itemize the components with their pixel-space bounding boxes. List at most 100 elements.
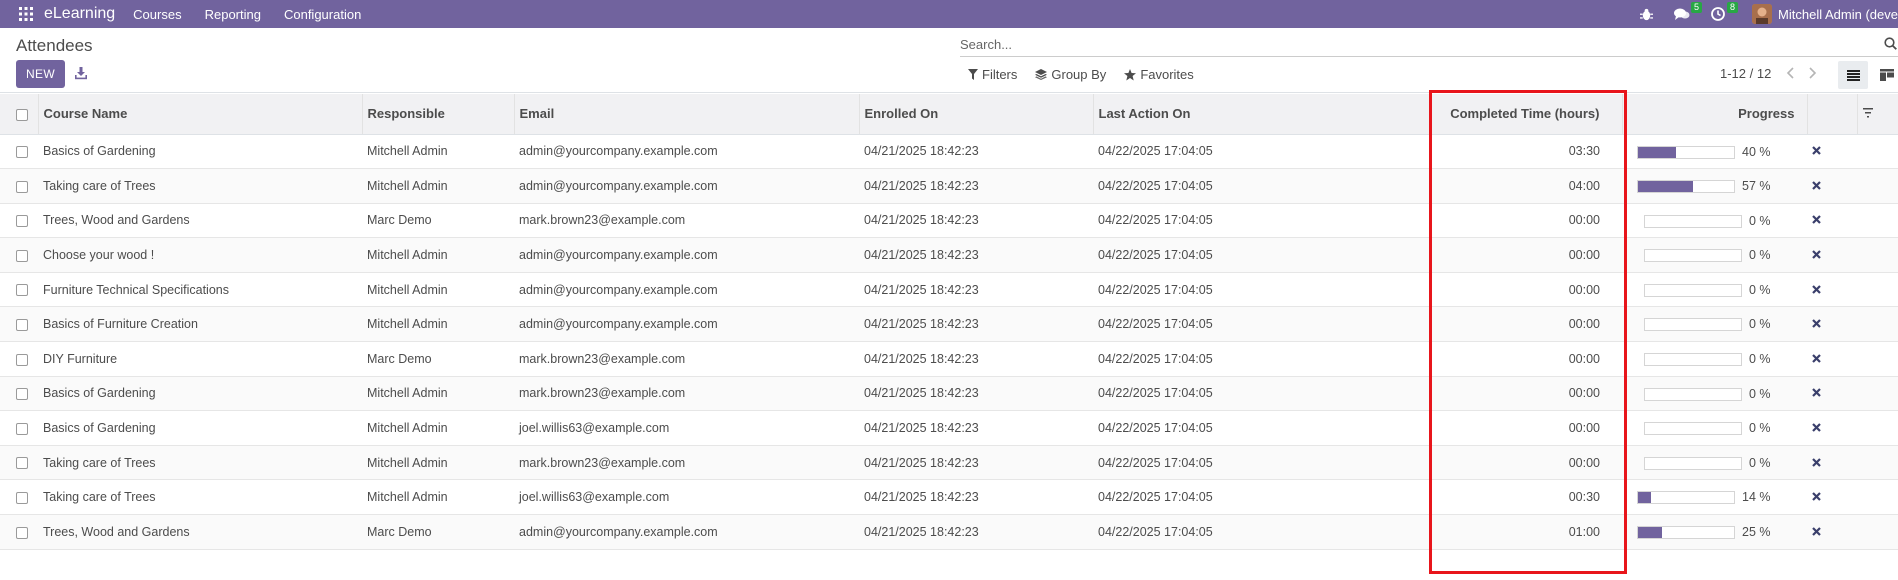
optional-columns-toggle[interactable]	[1857, 94, 1898, 135]
row-checkbox[interactable]	[16, 180, 28, 193]
cell-course-name[interactable]: Taking care of Trees	[38, 480, 362, 515]
row-checkbox[interactable]	[16, 249, 28, 262]
table-row[interactable]: Basics of Furniture Creation Mitchell Adm…	[0, 306, 1898, 342]
cell-completed-time[interactable]: 00:00	[1324, 376, 1622, 411]
table-row[interactable]: DIY Furniture Marc Demo mark.brown23@examp…	[0, 342, 1898, 377]
table-row[interactable]: Basics of Gardening Mitchell Admin admin@y…	[0, 134, 1898, 169]
user-menu[interactable]: Mitchell Admin (deve	[1778, 7, 1898, 22]
cell-responsible[interactable]: Marc Demo	[362, 515, 514, 550]
cell-responsible[interactable]: Mitchell Admin	[362, 272, 514, 307]
cell-responsible[interactable]: Mitchell Admin	[362, 376, 514, 411]
table-row[interactable]: Basics of Gardening Mitchell Admin mark.br…	[0, 376, 1898, 411]
cell-email[interactable]: joel.willis63@example.com	[514, 411, 859, 446]
cell-course-name[interactable]: Taking care of Trees	[38, 445, 362, 480]
row-checkbox[interactable]	[16, 457, 28, 470]
cell-responsible[interactable]: Mitchell Admin	[362, 238, 514, 273]
close-icon[interactable]	[1812, 492, 1821, 502]
cell-progress[interactable]: 0 %	[1622, 445, 1807, 480]
row-checkbox[interactable]	[16, 318, 28, 331]
cell-enrolled-on[interactable]: 04/21/2025 18:42:23	[859, 238, 1093, 273]
clock-icon[interactable]: 8	[1706, 0, 1739, 28]
cell-progress[interactable]: 14 %	[1622, 480, 1807, 515]
row-checkbox[interactable]	[16, 526, 28, 539]
cell-progress[interactable]: 0 %	[1622, 238, 1807, 273]
cell-enrolled-on[interactable]: 04/21/2025 18:42:23	[859, 445, 1093, 480]
cell-enrolled-on[interactable]: 04/21/2025 18:42:23	[859, 342, 1093, 377]
select-all-checkbox[interactable]	[16, 108, 28, 121]
chevron-right-icon[interactable]	[1807, 67, 1817, 82]
cell-last-action-on[interactable]: 04/22/2025 17:04:05	[1093, 342, 1324, 377]
cell-last-action-on[interactable]: 04/22/2025 17:04:05	[1093, 411, 1324, 446]
cell-email[interactable]: admin@yourcompany.example.com	[514, 307, 859, 342]
cell-responsible[interactable]: Mitchell Admin	[362, 411, 514, 446]
cell-progress[interactable]: 25 %	[1622, 515, 1807, 550]
search-input[interactable]	[960, 33, 1860, 55]
cell-responsible[interactable]: Mitchell Admin	[362, 307, 514, 342]
cell-progress[interactable]: 0 %	[1622, 307, 1807, 342]
cell-completed-time[interactable]: 03:30	[1324, 134, 1622, 169]
cell-last-action-on[interactable]: 04/22/2025 17:04:05	[1093, 169, 1324, 204]
cell-progress[interactable]: 0 %	[1622, 411, 1807, 446]
cell-course-name[interactable]: Choose your wood !	[38, 238, 362, 273]
cell-completed-time[interactable]: 00:00	[1324, 342, 1622, 377]
new-button[interactable]: NEW	[16, 60, 65, 88]
cell-course-name[interactable]: DIY Furniture	[38, 342, 362, 377]
cell-email[interactable]: admin@yourcompany.example.com	[514, 272, 859, 307]
close-icon[interactable]	[1812, 354, 1821, 363]
cell-course-name[interactable]: Taking care of Trees	[38, 169, 362, 204]
table-row[interactable]: Furniture Technical Specifications Mitche…	[0, 272, 1898, 307]
close-icon[interactable]	[1812, 457, 1821, 467]
cell-last-action-on[interactable]: 04/22/2025 17:04:05	[1093, 445, 1324, 480]
table-row[interactable]: Choose your wood ! Mitchell Admin admin@yo…	[0, 237, 1898, 273]
cell-last-action-on[interactable]: 04/22/2025 17:04:05	[1093, 272, 1324, 307]
cell-progress[interactable]: 0 %	[1622, 272, 1807, 307]
header-completed-time[interactable]: Completed Time (hours)	[1324, 94, 1623, 135]
app-brand[interactable]: eLearning	[44, 5, 115, 23]
menu-courses[interactable]: Courses	[133, 7, 181, 22]
cell-course-name[interactable]: Trees, Wood and Gardens	[38, 515, 362, 550]
row-checkbox[interactable]	[16, 422, 28, 435]
cell-enrolled-on[interactable]: 04/21/2025 18:42:23	[859, 203, 1093, 238]
filters-button[interactable]: Filters	[968, 67, 1017, 82]
close-icon[interactable]	[1812, 388, 1821, 398]
cell-email[interactable]: admin@yourcompany.example.com	[514, 238, 859, 273]
menu-reporting[interactable]: Reporting	[205, 7, 261, 22]
cell-course-name[interactable]: Basics of Furniture Creation	[38, 307, 362, 342]
row-checkbox[interactable]	[16, 284, 28, 297]
chevron-left-icon[interactable]	[1786, 67, 1796, 82]
header-course-name[interactable]: Course Name	[38, 94, 363, 135]
cell-course-name[interactable]: Trees, Wood and Gardens	[38, 203, 362, 238]
cell-progress[interactable]: 57 %	[1622, 169, 1807, 204]
cell-email[interactable]: mark.brown23@example.com	[514, 445, 859, 480]
menu-configuration[interactable]: Configuration	[284, 7, 361, 22]
cell-course-name[interactable]: Basics of Gardening	[38, 376, 362, 411]
cell-course-name[interactable]: Furniture Technical Specifications	[38, 272, 362, 307]
download-icon[interactable]	[74, 66, 90, 82]
header-progress[interactable]: Progress	[1622, 94, 1808, 135]
cell-course-name[interactable]: Basics of Gardening	[38, 134, 362, 169]
header-email[interactable]: Email	[514, 94, 860, 135]
cell-progress[interactable]: 0 %	[1622, 342, 1807, 377]
cell-progress[interactable]: 0 %	[1622, 376, 1807, 411]
cell-responsible[interactable]: Mitchell Admin	[362, 480, 514, 515]
row-checkbox[interactable]	[16, 353, 28, 366]
cell-progress[interactable]: 0 %	[1622, 203, 1807, 238]
row-checkbox[interactable]	[16, 146, 28, 158]
close-icon[interactable]	[1812, 181, 1821, 190]
row-checkbox[interactable]	[16, 388, 28, 401]
header-responsible[interactable]: Responsible	[362, 94, 515, 135]
cell-responsible[interactable]: Marc Demo	[362, 203, 514, 238]
favorites-button[interactable]: Favorites	[1124, 67, 1194, 82]
kanban-view-icon[interactable]	[1876, 61, 1898, 89]
groupby-button[interactable]: Group By	[1035, 67, 1106, 82]
cell-responsible[interactable]: Mitchell Admin	[362, 445, 514, 480]
cell-enrolled-on[interactable]: 04/21/2025 18:42:23	[859, 307, 1093, 342]
cell-last-action-on[interactable]: 04/22/2025 17:04:05	[1093, 480, 1324, 515]
cell-last-action-on[interactable]: 04/22/2025 17:04:05	[1093, 134, 1324, 169]
table-row[interactable]: Trees, Wood and Gardens Marc Demo admin@yo…	[0, 514, 1898, 550]
avatar[interactable]	[1752, 4, 1773, 24]
cell-last-action-on[interactable]: 04/22/2025 17:04:05	[1093, 238, 1324, 273]
cell-course-name[interactable]: Basics of Gardening	[38, 411, 362, 446]
cell-last-action-on[interactable]: 04/22/2025 17:04:05	[1093, 376, 1324, 411]
cell-last-action-on[interactable]: 04/22/2025 17:04:05	[1093, 515, 1324, 550]
